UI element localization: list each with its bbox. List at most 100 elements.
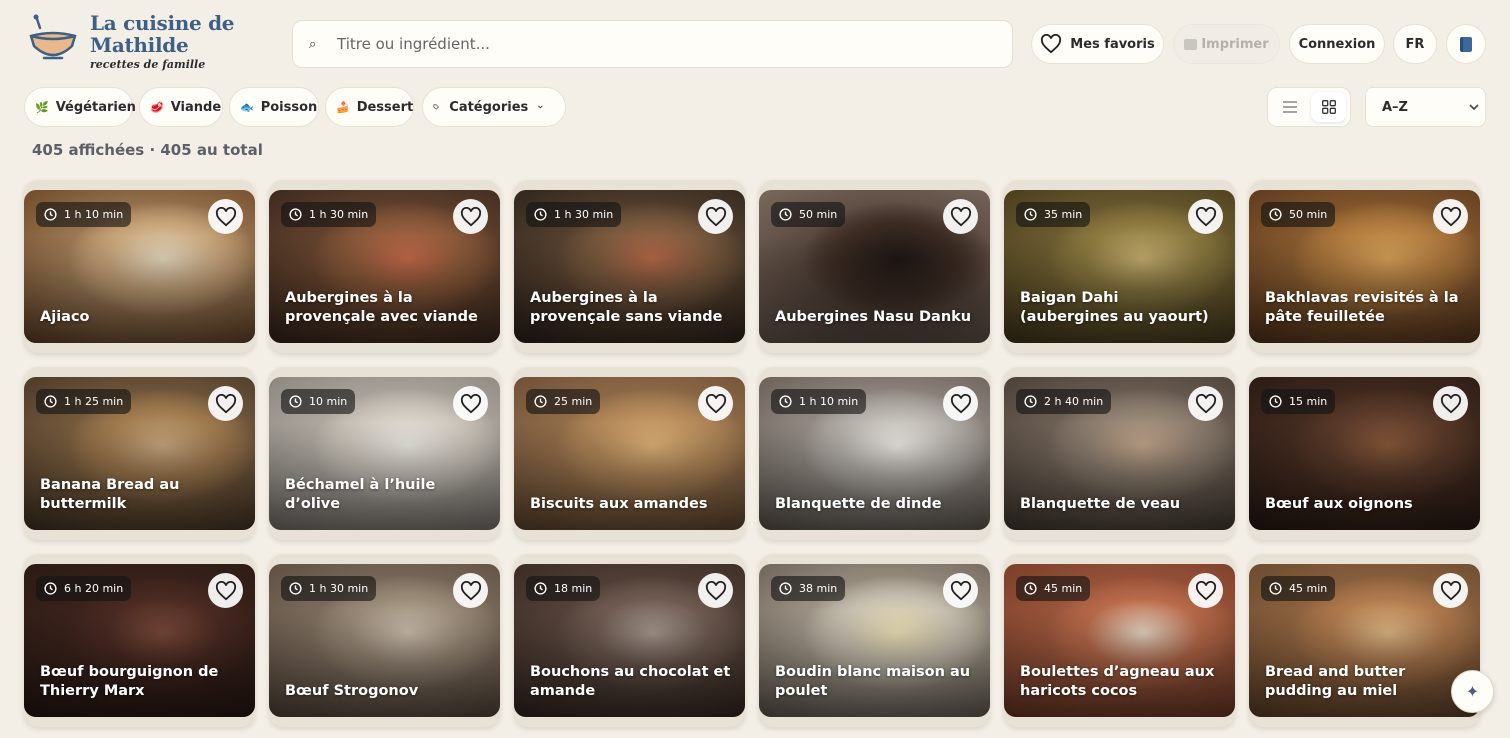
favorite-toggle[interactable] [943,386,978,421]
favorite-toggle[interactable] [698,573,733,608]
favorites-button[interactable]: Mes favoris [1031,24,1164,64]
recipe-card[interactable]: 1 h 10 min Ajiaco [24,180,255,353]
favorite-toggle[interactable] [1188,386,1223,421]
recipe-card[interactable]: 6 h 20 min Bœuf bourguignon de Thierry M… [24,554,255,727]
heart-icon [1195,206,1216,226]
recipe-photo: 50 min Aubergines Nasu Danku [759,190,990,343]
recipe-photo: 1 h 10 min Ajiaco [24,190,255,343]
recipe-title: Bread and butter pudding au miel [1265,664,1406,699]
clock-icon [44,395,57,408]
recipe-card[interactable]: 38 min Boudin blanc maison au poulet [759,554,990,727]
recipe-card[interactable]: 15 min Bœuf aux oignons [1249,367,1480,540]
clock-icon [44,208,57,221]
sort-select[interactable]: A–Z [1365,87,1486,127]
favorite-toggle[interactable] [453,199,488,234]
filter-label: Poisson [260,99,318,115]
favorites-label: Mes favoris [1070,36,1155,52]
list-view-button[interactable] [1272,92,1307,122]
clock-icon [1024,395,1037,408]
favorite-toggle[interactable] [453,386,488,421]
heart-icon [460,580,481,600]
recipe-card[interactable]: 45 min Bread and butter pudding au miel [1249,554,1480,727]
print-button[interactable]: Imprimer [1173,24,1280,64]
cookbook-button[interactable] [1446,24,1486,64]
recipe-card[interactable]: 1 h 25 min Banana Bread au buttermilk [24,367,255,540]
search-box[interactable]: ⌕ [292,20,1013,68]
fish-icon: 🐟 [240,100,254,114]
brand-logo[interactable]: La cuisine de Mathilde recettes de famil… [28,11,240,71]
recipe-card[interactable]: 1 h 30 min Aubergines à la provençale av… [269,180,500,353]
favorite-toggle[interactable] [208,199,243,234]
heart-icon [1440,206,1461,226]
recipe-photo: 1 h 30 min Bœuf Strogonov [269,564,500,717]
heart-icon [215,580,236,600]
favorite-toggle[interactable] [208,386,243,421]
recipe-card[interactable]: 1 h 30 min Aubergines à la provençale sa… [514,180,745,353]
heart-icon [1440,393,1461,413]
heart-icon [1195,393,1216,413]
favorite-toggle[interactable] [1188,199,1223,234]
favorite-toggle[interactable] [943,573,978,608]
recipe-photo: 38 min Boudin blanc maison au poulet [759,564,990,717]
filter-meat[interactable]: 🥩 Viande [139,87,223,127]
cook-time: 25 min [554,395,593,408]
cook-time: 38 min [799,582,838,595]
cook-time-badge: 1 h 10 min [36,202,132,227]
clock-icon [779,395,792,408]
favorite-toggle[interactable] [208,573,243,608]
view-toggle [1267,87,1351,127]
heart-icon [1440,580,1461,600]
filter-dessert[interactable]: 🍰 Dessert [325,87,414,127]
favorite-toggle[interactable] [1433,573,1468,608]
assistant-button[interactable]: ✦ [1451,670,1494,713]
cook-time-badge: 15 min [1261,389,1336,414]
cook-time: 2 h 40 min [1044,395,1104,408]
cook-time-badge: 18 min [526,576,601,601]
recipe-card[interactable]: 18 min Bouchons au chocolat et amande [514,554,745,727]
chevron-down-icon [538,105,543,109]
categories-dropdown[interactable]: Catégories [422,87,566,127]
recipe-card[interactable]: 45 min Boulettes d’agneau aux haricots c… [1004,554,1235,727]
recipe-photo: 1 h 30 min Aubergines à la provençale sa… [514,190,745,343]
grid-view-button[interactable] [1311,92,1346,122]
cook-time: 45 min [1044,582,1083,595]
recipe-card[interactable]: 50 min Bakhlavas revisités à la pâte feu… [1249,180,1480,353]
clock-icon [289,582,302,595]
recipe-title: Aubergines à la provençale avec viande [285,290,478,325]
recipe-card[interactable]: 10 min Béchamel à l’huile d’olive [269,367,500,540]
brand-subtitle: recettes de famille [90,58,206,71]
favorite-toggle[interactable] [698,386,733,421]
favorite-toggle[interactable] [1188,573,1223,608]
filter-vegetarian[interactable]: 🌿 Végétarien [24,87,136,127]
login-button[interactable]: Connexion [1289,24,1385,64]
brand-title: La cuisine de Mathilde [90,11,235,57]
language-button[interactable]: FR [1393,24,1437,64]
recipe-photo: 35 min Baigan Dahi (aubergines au yaourt… [1004,190,1235,343]
cook-time: 18 min [554,582,593,595]
recipe-photo: 50 min Bakhlavas revisités à la pâte feu… [1249,190,1480,343]
sparkle-icon: ✦ [1465,682,1480,701]
favorite-toggle[interactable] [1433,199,1468,234]
heart-icon [460,393,481,413]
cook-time: 15 min [1289,395,1328,408]
recipe-title: Blanquette de veau [1020,496,1181,512]
heart-icon [1195,580,1216,600]
favorite-toggle[interactable] [453,573,488,608]
recipe-card[interactable]: 50 min Aubergines Nasu Danku [759,180,990,353]
favorite-toggle[interactable] [943,199,978,234]
cook-time: 1 h 30 min [554,208,614,221]
clock-icon [1269,395,1282,408]
recipe-card[interactable]: 1 h 10 min Blanquette de dinde [759,367,990,540]
recipe-card[interactable]: 1 h 30 min Bœuf Strogonov [269,554,500,727]
favorite-toggle[interactable] [1433,386,1468,421]
recipe-card[interactable]: 35 min Baigan Dahi (aubergines au yaourt… [1004,180,1235,353]
cook-time-badge: 1 h 10 min [771,389,867,414]
search-input[interactable] [337,35,977,53]
chevron-down-icon [1469,103,1479,110]
filter-fish[interactable]: 🐟 Poisson [229,87,319,127]
recipe-card[interactable]: 2 h 40 min Blanquette de veau [1004,367,1235,540]
recipe-card[interactable]: 25 min Biscuits aux amandes [514,367,745,540]
sort-value: A–Z [1382,99,1408,115]
recipe-title: Baigan Dahi (aubergines au yaourt) [1020,290,1209,325]
favorite-toggle[interactable] [698,199,733,234]
